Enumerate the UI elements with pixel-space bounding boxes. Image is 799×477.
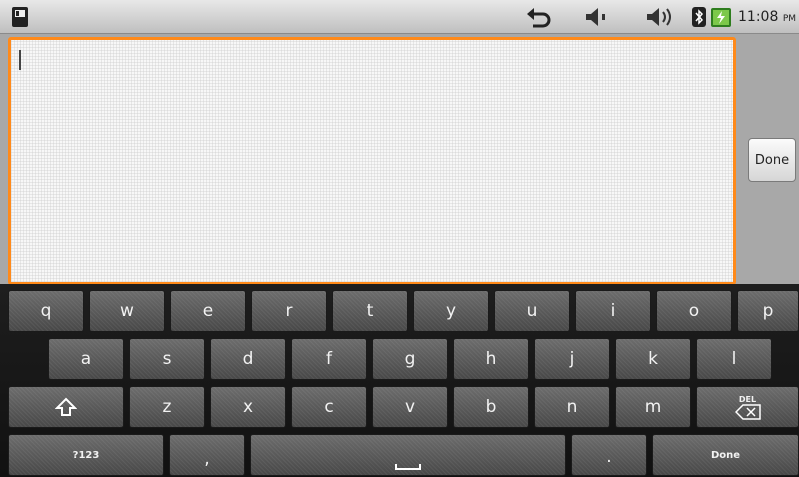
key-x[interactable]: x xyxy=(210,386,286,428)
shift-arrow-icon xyxy=(55,397,77,416)
key-h[interactable]: h xyxy=(453,338,529,380)
key-j[interactable]: j xyxy=(534,338,610,380)
shift-key[interactable] xyxy=(8,386,124,428)
period-key[interactable]: . xyxy=(571,434,647,476)
key-a[interactable]: a xyxy=(48,338,124,380)
key-i[interactable]: i xyxy=(575,290,651,332)
key-e[interactable]: e xyxy=(170,290,246,332)
key-g[interactable]: g xyxy=(372,338,448,380)
key-t[interactable]: t xyxy=(332,290,408,332)
key-l[interactable]: l xyxy=(696,338,772,380)
backspace-icon xyxy=(734,403,761,420)
sdcard-icon xyxy=(12,7,28,27)
key-c[interactable]: c xyxy=(291,386,367,428)
space-key[interactable] xyxy=(250,434,566,476)
status-bar: 11:08 PM xyxy=(0,0,799,34)
symbols-key[interactable]: ?123 xyxy=(8,434,164,476)
key-d[interactable]: d xyxy=(210,338,286,380)
extract-edit-area: Done xyxy=(0,34,799,285)
key-r[interactable]: r xyxy=(251,290,327,332)
key-u[interactable]: u xyxy=(494,290,570,332)
comma-key[interactable]: , xyxy=(169,434,245,476)
key-s[interactable]: s xyxy=(129,338,205,380)
key-f[interactable]: f xyxy=(291,338,367,380)
key-z[interactable]: z xyxy=(129,386,205,428)
volume-icon xyxy=(586,8,605,26)
bluetooth-icon xyxy=(692,7,706,27)
spacebar-icon xyxy=(395,464,421,470)
battery-icon xyxy=(711,8,731,27)
key-y[interactable]: y xyxy=(413,290,489,332)
clock-time: 11:08 xyxy=(738,9,779,25)
delete-key-label: DEL xyxy=(738,394,757,404)
key-v[interactable]: v xyxy=(372,386,448,428)
delete-key[interactable]: DEL xyxy=(696,386,799,428)
clock: 11:08 PM xyxy=(738,9,796,25)
key-o[interactable]: o xyxy=(656,290,732,332)
text-input[interactable] xyxy=(8,37,736,285)
key-q[interactable]: q xyxy=(8,290,84,332)
volume-icon xyxy=(647,8,671,26)
back-icon xyxy=(527,8,551,28)
clock-ampm: PM xyxy=(782,14,797,24)
key-m[interactable]: m xyxy=(615,386,691,428)
text-cursor xyxy=(19,50,21,70)
keyboard-done-button[interactable]: Done xyxy=(652,434,799,476)
soft-keyboard: q w e r t y u i o p a s d f g h j k l z … xyxy=(0,284,799,477)
done-button[interactable]: Done xyxy=(748,138,796,182)
key-b[interactable]: b xyxy=(453,386,529,428)
key-n[interactable]: n xyxy=(534,386,610,428)
key-w[interactable]: w xyxy=(89,290,165,332)
key-k[interactable]: k xyxy=(615,338,691,380)
key-p[interactable]: p xyxy=(737,290,799,332)
